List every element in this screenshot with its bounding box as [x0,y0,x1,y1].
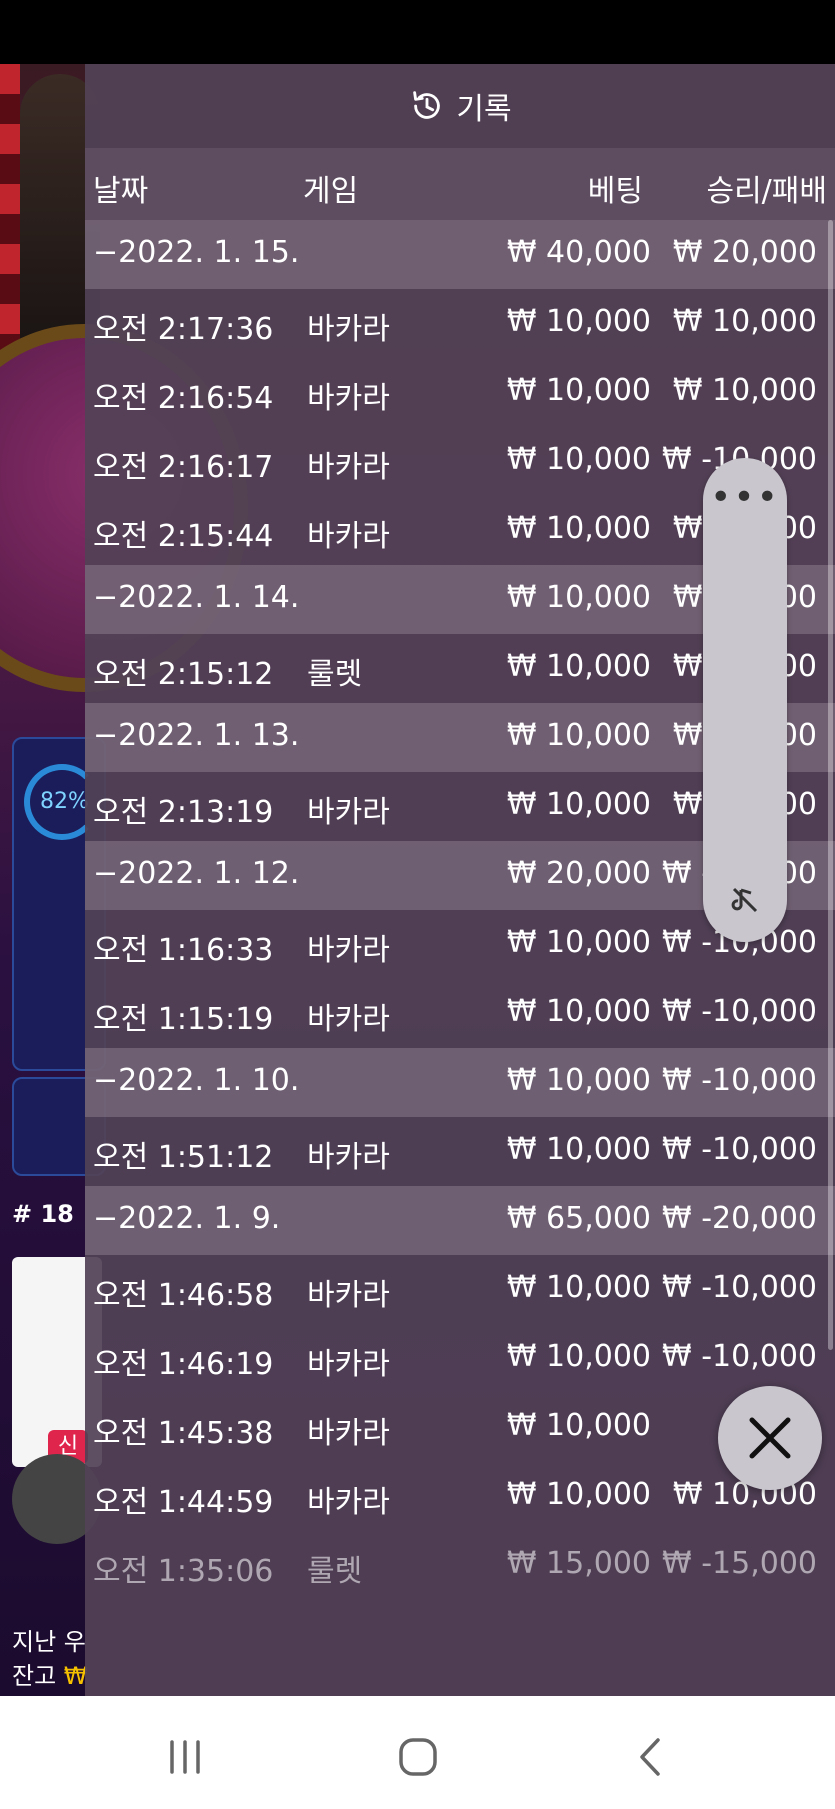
history-row: 오전 1:15:19 바카라 ₩ 10,000 ₩ -10,000 [85,979,835,1048]
edge-panel-handle[interactable]: ••• [703,458,787,942]
row-game: 룰렛 [307,1554,363,1589]
history-row: 오전 1:51:12 바카라 ₩ 10,000 ₩ -10,000 [85,1117,835,1186]
row-result: ₩ -10,000 [662,1270,817,1305]
row-bet: ₩ 10,000 [506,1270,651,1305]
row-bet: ₩ 10,000 [506,511,651,546]
date-group-label: −2022. 1. 15. [93,235,300,270]
row-bet: ₩ 10,000 [506,649,651,684]
row-time: 오전 2:15:12 [93,657,274,692]
date-group-label: −2022. 1. 10. [93,1063,300,1098]
row-bet: ₩ 10,000 [506,1132,651,1167]
last-win-label: 지난 우 [12,1628,86,1656]
row-bet: ₩ 10,000 [506,1063,651,1098]
row-result: ₩ -10,000 [662,994,817,1029]
row-time: 오전 1:46:19 [93,1347,274,1382]
row-bet: ₩ 20,000 [506,856,651,891]
history-row: 오전 2:16:54 바카라 ₩ 10,000 ₩ 10,000 [85,358,835,427]
row-time: 오전 1:15:19 [93,1002,274,1037]
history-row: 오전 1:46:58 바카라 ₩ 10,000 ₩ -10,000 [85,1255,835,1324]
row-bet: ₩ 10,000 [506,1339,651,1374]
close-icon [749,1417,791,1459]
column-game: 게임 [303,174,359,209]
round-label: # 18 [12,1200,74,1228]
date-group-row[interactable]: −2022. 1. 15. ₩ 40,000 ₩ 20,000 [85,220,835,289]
row-result: ₩ -15,000 [662,1546,817,1581]
row-result: ₩ -10,000 [662,1339,817,1374]
history-row: 오전 2:17:36 바카라 ₩ 10,000 ₩ 10,000 [85,289,835,358]
row-bet: ₩ 10,000 [506,373,651,408]
row-bet: ₩ 15,000 [506,1546,651,1581]
history-row: 오전 1:35:06 룰렛 ₩ 15,000 ₩ -15,000 [85,1531,835,1600]
history-icon [413,91,441,119]
row-result: ₩ -20,000 [662,1201,817,1236]
row-bet: ₩ 10,000 [506,1408,651,1443]
navigation-bar [0,1696,835,1809]
row-result: ₩ -10,000 [662,1132,817,1167]
panel-header: 기록 [85,64,835,148]
home-icon[interactable] [393,1732,443,1782]
more-dots-icon[interactable]: ••• [703,480,787,516]
row-result: ₩ 10,000 [672,304,817,339]
date-group-label: −2022. 1. 14. [93,580,300,615]
row-result: ₩ -10,000 [662,1063,817,1098]
column-header: 날짜 게임 베팅 승리/패배 [85,148,835,220]
row-time: 오전 1:45:38 [93,1416,274,1451]
row-bet: ₩ 10,000 [506,787,651,822]
row-game: 바카라 [307,1485,390,1520]
row-time: 오전 2:15:44 [93,519,274,554]
date-group-row[interactable]: −2022. 1. 9. ₩ 65,000 ₩ -20,000 [85,1186,835,1255]
history-row: 오전 1:46:19 바카라 ₩ 10,000 ₩ -10,000 [85,1324,835,1393]
row-time: 오전 2:16:17 [93,450,274,485]
row-bet: ₩ 65,000 [506,1201,651,1236]
date-group-row[interactable]: −2022. 1. 10. ₩ 10,000 ₩ -10,000 [85,1048,835,1117]
row-time: 오전 1:46:58 [93,1278,274,1313]
row-bet: ₩ 10,000 [506,718,651,753]
background-lights [0,64,20,364]
row-bet: ₩ 10,000 [506,580,651,615]
row-time: 오전 2:17:36 [93,312,274,347]
row-time: 오전 1:44:59 [93,1485,274,1520]
row-result: ₩ 20,000 [672,235,817,270]
row-game: 바카라 [307,1140,390,1175]
row-bet: ₩ 10,000 [506,1477,651,1512]
status-bar [0,0,835,64]
row-time: 오전 2:16:54 [93,381,274,416]
row-result: ₩ 10,000 [672,373,817,408]
row-game: 바카라 [307,381,390,416]
back-icon[interactable] [626,1732,676,1782]
date-group-label: −2022. 1. 12. [93,856,300,891]
row-time: 오전 1:16:33 [93,933,274,968]
row-bet: ₩ 10,000 [506,994,651,1029]
row-game: 바카라 [307,795,390,830]
row-game: 바카라 [307,312,390,347]
row-bet: ₩ 10,000 [506,925,651,960]
progress-label: 82% [40,789,89,814]
row-game: 바카라 [307,1416,390,1451]
column-bet: 베팅 [587,174,643,209]
column-date: 날짜 [93,174,149,209]
row-game: 바카라 [307,1347,390,1382]
panel-title: 기록 [456,92,512,127]
row-time: 오전 2:13:19 [93,795,274,830]
history-row: 오전 1:44:59 바카라 ₩ 10,000 ₩ 10,000 [85,1462,835,1531]
row-time: 오전 1:35:06 [93,1554,274,1589]
row-game: 바카라 [307,1278,390,1313]
row-bet: ₩ 40,000 [506,235,651,270]
row-game: 바카라 [307,933,390,968]
column-result: 승리/패배 [706,174,827,209]
row-game: 바카라 [307,1002,390,1037]
row-game: 바카라 [307,519,390,554]
row-bet: ₩ 10,000 [506,442,651,477]
balance-label: 잔고 ₩ [12,1662,88,1690]
row-bet: ₩ 10,000 [506,304,651,339]
scrollbar[interactable] [828,220,833,1350]
row-game: 룰렛 [307,657,363,692]
mute-icon[interactable] [729,884,761,916]
date-group-label: −2022. 1. 13. [93,718,300,753]
row-time: 오전 1:51:12 [93,1140,274,1175]
close-button[interactable] [718,1386,822,1490]
date-group-label: −2022. 1. 9. [93,1201,281,1236]
recent-apps-icon[interactable] [160,1732,210,1782]
row-game: 바카라 [307,450,390,485]
